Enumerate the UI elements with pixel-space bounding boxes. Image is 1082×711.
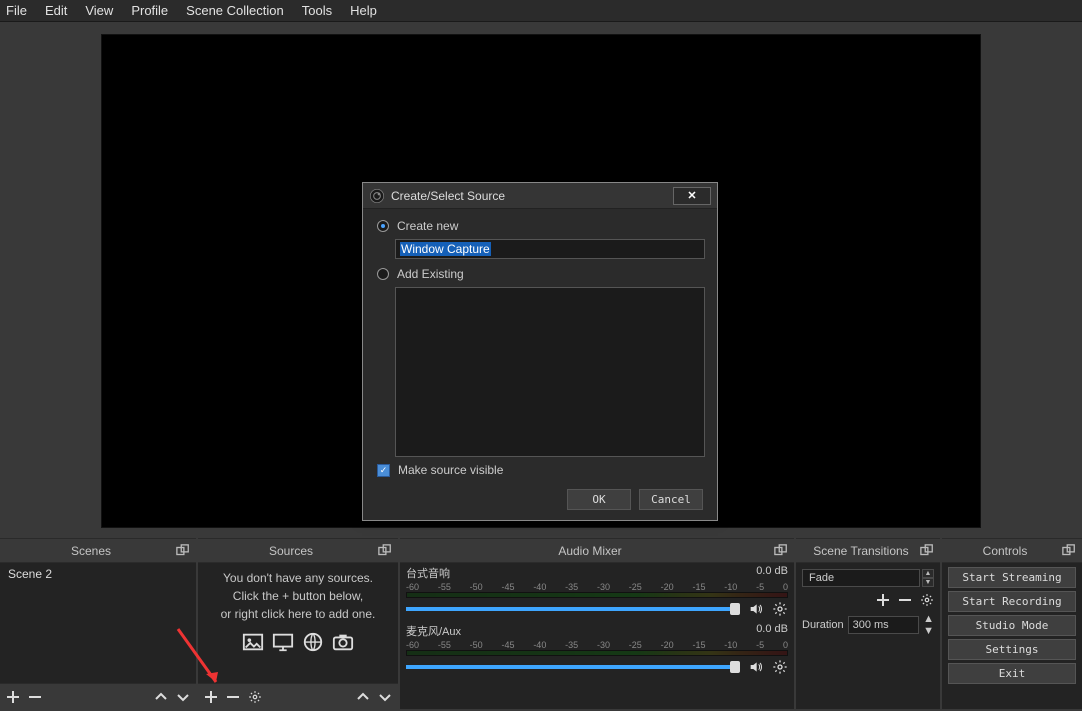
- radio-icon: [377, 220, 389, 232]
- mixer-channel: 台式音响 0.0 dB -60-55-50-45-40-35-30-25-20-…: [406, 565, 788, 617]
- duration-label: Duration: [802, 619, 844, 631]
- meter-scale: -60-55-50-45-40-35-30-25-20-15-10-50: [406, 582, 788, 592]
- speaker-icon[interactable]: [748, 659, 764, 675]
- audio-mixer-panel: Audio Mixer 台式音响 0.0 dB -60-55-50-45-40-…: [400, 538, 794, 709]
- settings-button[interactable]: Settings: [948, 639, 1076, 660]
- obs-icon: [369, 188, 385, 204]
- checkbox-icon: ✓: [377, 464, 390, 477]
- start-streaming-button[interactable]: Start Streaming: [948, 567, 1076, 588]
- source-down-button[interactable]: [378, 690, 392, 704]
- menu-help[interactable]: Help: [350, 3, 377, 18]
- remove-scene-button[interactable]: [28, 690, 42, 704]
- cancel-button[interactable]: Cancel: [639, 489, 703, 510]
- scenes-panel: Scenes Scene 2: [0, 538, 196, 709]
- duration-spin-down[interactable]: ▼: [923, 625, 934, 637]
- dialog-title-text: Create/Select Source: [391, 189, 505, 203]
- remove-source-button[interactable]: [226, 690, 240, 704]
- start-recording-button[interactable]: Start Recording: [948, 591, 1076, 612]
- duration-spin-up[interactable]: ▲: [923, 613, 934, 625]
- source-up-button[interactable]: [356, 690, 370, 704]
- controls-title: Controls: [948, 544, 1062, 558]
- transitions-panel: Scene Transitions Fade ▲▼ Duration 300 m…: [796, 538, 940, 709]
- menu-file[interactable]: File: [6, 3, 27, 18]
- channel-name: 麦克风/Aux: [406, 623, 461, 639]
- sources-empty-text: You don't have any sources.: [223, 569, 373, 587]
- mixer-channel: 麦克风/Aux 0.0 dB -60-55-50-45-40-35-30-25-…: [406, 623, 788, 675]
- add-existing-radio[interactable]: Add Existing: [377, 267, 703, 281]
- sources-body[interactable]: You don't have any sources. Click the + …: [198, 563, 398, 683]
- add-transition-button[interactable]: [876, 593, 890, 607]
- volume-slider[interactable]: [406, 607, 740, 611]
- create-new-radio[interactable]: Create new: [377, 219, 703, 233]
- popout-icon[interactable]: [920, 544, 934, 558]
- menu-view[interactable]: View: [85, 3, 113, 18]
- bottom-dock: Scenes Scene 2 Sources You don't have an…: [0, 538, 1082, 709]
- meter-bar: [406, 650, 788, 656]
- image-icon: [241, 631, 265, 653]
- popout-icon[interactable]: [176, 544, 190, 558]
- scene-down-button[interactable]: [176, 690, 190, 704]
- channel-level: 0.0 dB: [756, 565, 788, 581]
- studio-mode-button[interactable]: Studio Mode: [948, 615, 1076, 636]
- scene-item[interactable]: Scene 2: [0, 563, 196, 585]
- gear-icon[interactable]: [772, 601, 788, 617]
- transition-settings-button[interactable]: [920, 593, 934, 607]
- channel-name: 台式音响: [406, 565, 450, 581]
- menu-scene-collection[interactable]: Scene Collection: [186, 3, 284, 18]
- popout-icon[interactable]: [1062, 544, 1076, 558]
- globe-icon: [301, 631, 325, 653]
- add-existing-label: Add Existing: [397, 267, 464, 281]
- remove-transition-button[interactable]: [898, 593, 912, 607]
- transitions-title: Scene Transitions: [802, 544, 920, 558]
- create-source-dialog: Create/Select Source ✕ Create new Window…: [362, 182, 718, 521]
- sources-empty-text: or right click here to add one.: [221, 605, 376, 623]
- transition-select[interactable]: Fade: [802, 569, 920, 587]
- mixer-title: Audio Mixer: [406, 544, 774, 558]
- duration-value[interactable]: 300 ms: [848, 616, 920, 634]
- channel-level: 0.0 dB: [756, 623, 788, 639]
- scene-up-button[interactable]: [154, 690, 168, 704]
- make-visible-checkbox[interactable]: ✓ Make source visible: [377, 463, 703, 477]
- source-settings-button[interactable]: [248, 690, 262, 704]
- meter-bar: [406, 592, 788, 598]
- sources-title: Sources: [204, 544, 378, 558]
- menu-profile[interactable]: Profile: [131, 3, 168, 18]
- popout-icon[interactable]: [378, 544, 392, 558]
- camera-icon: [331, 631, 355, 653]
- radio-icon: [377, 268, 389, 280]
- add-source-button[interactable]: [204, 690, 218, 704]
- mixer-body: 台式音响 0.0 dB -60-55-50-45-40-35-30-25-20-…: [400, 563, 794, 709]
- ok-button[interactable]: OK: [567, 489, 631, 510]
- scenes-list[interactable]: Scene 2: [0, 563, 196, 683]
- transition-spin-up[interactable]: ▲: [922, 569, 934, 578]
- transition-spin-down[interactable]: ▼: [922, 578, 934, 587]
- menu-edit[interactable]: Edit: [45, 3, 67, 18]
- speaker-icon[interactable]: [748, 601, 764, 617]
- meter-scale: -60-55-50-45-40-35-30-25-20-15-10-50: [406, 640, 788, 650]
- sources-empty-text: Click the + button below,: [233, 587, 363, 605]
- controls-panel: Controls Start Streaming Start Recording…: [942, 538, 1082, 709]
- menubar: File Edit View Profile Scene Collection …: [0, 0, 1082, 22]
- existing-sources-list[interactable]: [395, 287, 705, 457]
- volume-slider[interactable]: [406, 665, 740, 669]
- display-icon: [271, 631, 295, 653]
- add-scene-button[interactable]: [6, 690, 20, 704]
- gear-icon[interactable]: [772, 659, 788, 675]
- close-button[interactable]: ✕: [673, 187, 711, 205]
- sources-panel: Sources You don't have any sources. Clic…: [198, 538, 398, 709]
- scenes-title: Scenes: [6, 544, 176, 558]
- menu-tools[interactable]: Tools: [302, 3, 332, 18]
- create-new-label: Create new: [397, 219, 458, 233]
- popout-icon[interactable]: [774, 544, 788, 558]
- make-visible-label: Make source visible: [398, 463, 503, 477]
- source-name-input[interactable]: Window Capture: [395, 239, 705, 259]
- exit-button[interactable]: Exit: [948, 663, 1076, 684]
